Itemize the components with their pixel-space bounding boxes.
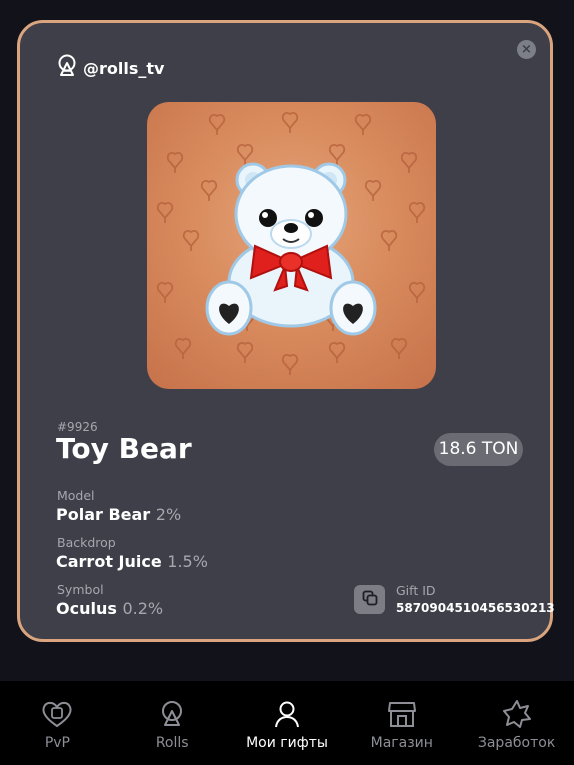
nav-label-earnings: Заработок (477, 735, 556, 751)
nav-item-my-gifts[interactable]: Мои гифты (230, 681, 345, 765)
gift-id-label: Gift ID (396, 583, 436, 598)
rolls-logo-icon (57, 54, 77, 82)
symbol-label: Symbol (57, 582, 104, 597)
gift-card: × @rolls_tv #9926 Toy Bear 18.6 TON Mode… (17, 20, 555, 642)
user-icon (274, 699, 300, 729)
symbol-percent: 0.2% (122, 599, 164, 618)
backdrop-name: Carrot Juice (56, 552, 162, 571)
nav-item-pvp[interactable]: PvP (0, 681, 115, 765)
close-button[interactable]: × (517, 40, 536, 59)
backdrop-value: Carrot Juice 1.5% (56, 552, 208, 571)
nav-label-rolls: Rolls (155, 735, 189, 751)
nav-label-pvp: PvP (44, 735, 70, 751)
copy-gift-id-button[interactable] (354, 585, 385, 614)
bottom-nav: PvP Rolls Мои гифты Магазин Заработок (0, 681, 574, 765)
backdrop-percent: 1.5% (167, 552, 208, 571)
symbol-name: Oculus (56, 599, 117, 618)
price-badge[interactable]: 18.6 TON (434, 433, 523, 466)
model-label: Model (57, 488, 95, 503)
rolls-logo-icon (160, 699, 184, 729)
backdrop-label: Backdrop (57, 535, 116, 550)
nav-label-store: Магазин (370, 735, 433, 751)
model-percent: 2% (155, 505, 182, 524)
heart-icon (41, 699, 73, 729)
store-icon (387, 699, 417, 729)
gift-id-value: 5870904510456530213 (396, 601, 555, 615)
channel-link[interactable]: @rolls_tv (57, 54, 164, 82)
toy-bear-image (147, 102, 436, 389)
model-value: Polar Bear 2% (56, 505, 181, 524)
copy-icon (362, 590, 378, 610)
nav-item-earnings[interactable]: Заработок (459, 681, 574, 765)
nav-item-rolls[interactable]: Rolls (115, 681, 230, 765)
nav-item-store[interactable]: Магазин (344, 681, 459, 765)
close-icon: × (521, 42, 532, 57)
gift-title: Toy Bear (56, 432, 192, 465)
model-name: Polar Bear (56, 505, 151, 524)
channel-name: @rolls_tv (83, 58, 165, 78)
star-badge-icon (502, 699, 532, 729)
nav-label-my-gifts: Мои гифты (246, 735, 328, 751)
symbol-value: Oculus 0.2% (56, 599, 163, 618)
